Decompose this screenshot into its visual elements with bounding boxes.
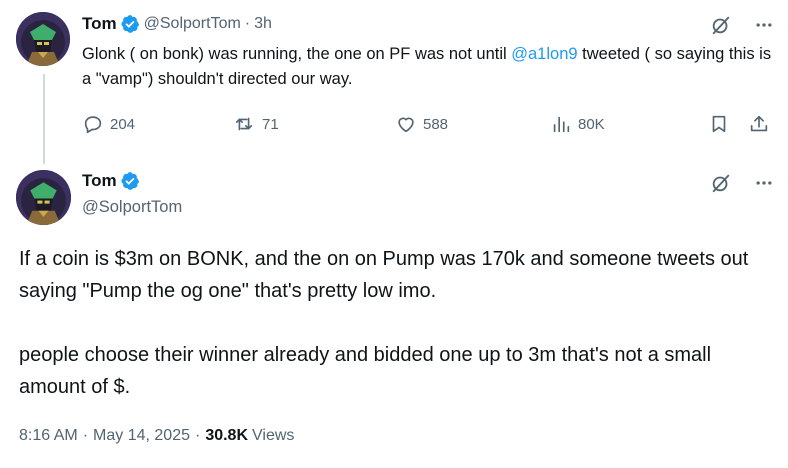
views-button[interactable]: 80K [550,113,605,135]
post-time[interactable]: 8:16 AM [19,427,78,445]
tweet-top-actions [710,172,774,194]
author-handle[interactable]: @SolportTom [82,198,182,217]
avatar[interactable] [16,12,70,66]
tweet-header: Tom @SolportTom · 3h [82,12,272,36]
bookmark-icon [708,113,730,135]
reply-button[interactable]: 204 [82,113,135,135]
tweet-meta: 8:16 AM · May 14, 2025 · 30.8K Views [19,427,294,445]
tweet-paragraph: people choose their winner already and b… [19,344,712,398]
mention-link[interactable]: @a1lon9 [511,45,577,63]
tweet-paragraph: If a coin is $3m on BONK, and the on on … [19,248,749,302]
reply-icon [82,113,104,135]
repost-count: 71 [262,115,279,133]
author-name[interactable]: Tom [82,171,117,191]
repost-icon [232,113,256,135]
views-label: Views [252,427,295,444]
verified-badge-icon[interactable] [120,14,140,34]
avatar[interactable] [16,170,71,225]
repost-button[interactable]: 71 [232,113,279,135]
timestamp[interactable]: 3h [254,15,272,33]
separator-dot: · [82,427,89,444]
tweet-text-part: Glonk ( on bonk) was running, the one on… [82,45,512,63]
views-count: 80K [578,115,605,133]
grok-icon[interactable] [710,14,732,36]
post-date[interactable]: May 14, 2025 [93,427,190,445]
author-name[interactable]: Tom [82,14,117,34]
like-count: 588 [423,115,449,133]
tweet-actions-bar: 204 71 588 80K [82,113,772,139]
more-icon[interactable] [754,173,774,193]
like-icon [395,113,417,135]
tweet-header: Tom [82,171,140,191]
like-button[interactable]: 588 [395,113,448,135]
reply-count: 204 [110,115,136,133]
bookmark-button[interactable] [708,113,730,135]
tweet-text: Glonk ( on bonk) was running, the one on… [82,42,782,92]
grok-icon[interactable] [710,172,732,194]
tweet-text: If a coin is $3m on BONK, and the on on … [19,243,779,403]
tweet-top-actions [710,14,774,36]
separator-dot: · [244,15,251,32]
share-button[interactable] [748,113,770,135]
more-icon[interactable] [754,15,774,35]
separator-dot: · [194,427,201,444]
views-icon [550,113,572,135]
author-handle[interactable]: @SolportTom [144,15,241,33]
views-count[interactable]: 30.8K [205,427,248,445]
thread-line [43,74,45,164]
verified-badge-icon[interactable] [120,171,140,191]
share-icon [748,113,770,135]
